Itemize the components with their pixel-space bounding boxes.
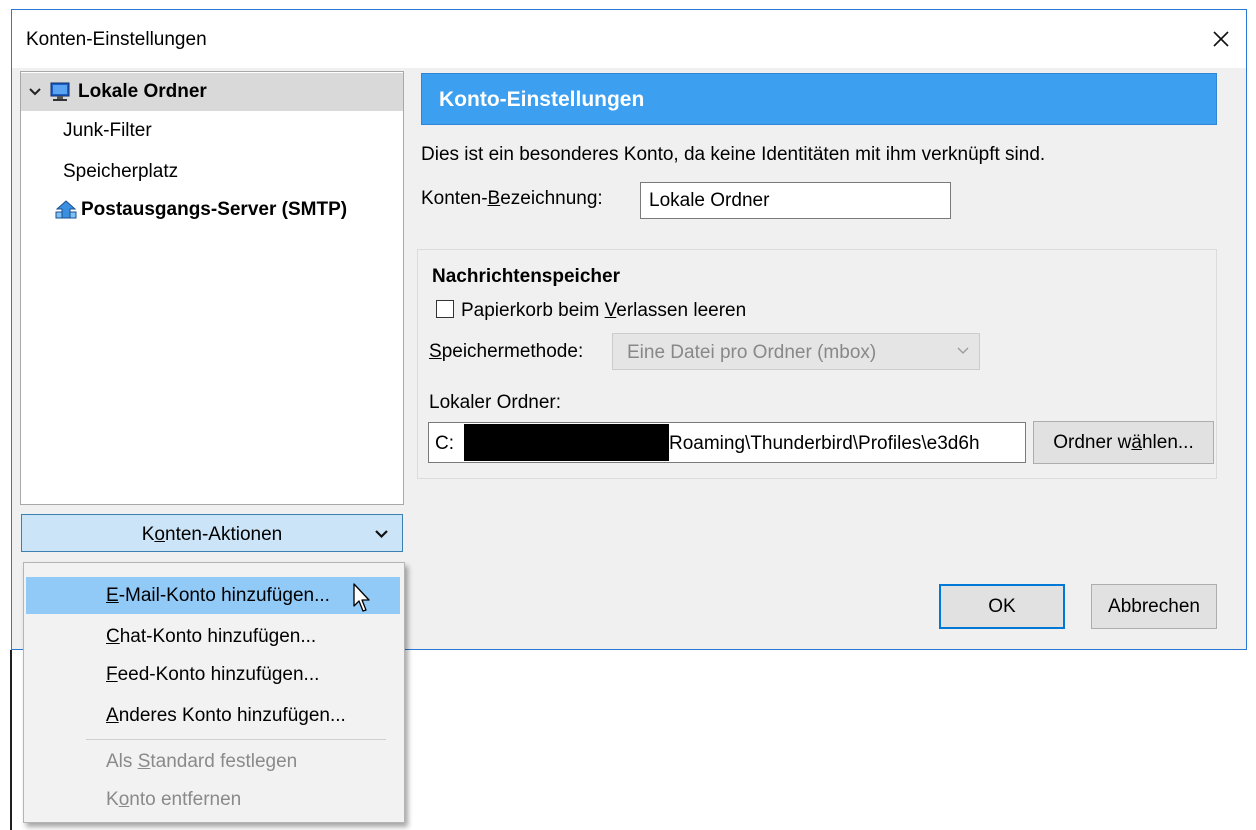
- menu-item-add-chat-account[interactable]: Chat-Konto hinzufügen...: [26, 618, 400, 655]
- local-folder-label: Lokaler Ordner:: [429, 392, 562, 413]
- empty-trash-label: Papierkorb beim Verlassen leeren: [461, 300, 747, 321]
- menu-item-add-feed-account[interactable]: Feed-Konto hinzufügen...: [26, 656, 400, 693]
- redaction-bar: [464, 424, 669, 461]
- account-description: Dies ist ein besonderes Konto, da keine …: [421, 144, 1046, 165]
- empty-trash-checkbox[interactable]: [436, 300, 454, 318]
- tree-item-label: Junk-Filter: [63, 120, 152, 141]
- tree-item-smtp-server[interactable]: Postausgangs-Server (SMTP): [21, 191, 403, 229]
- choose-folder-button[interactable]: Ordner wählen...: [1033, 421, 1214, 464]
- storage-method-select[interactable]: Eine Datei pro Ordner (mbox): [612, 333, 980, 370]
- panel-title: Konto-Einstellungen: [439, 88, 645, 111]
- menu-item-label: Chat-Konto hinzufügen...: [106, 626, 317, 647]
- window-title: Konten-Einstellungen: [26, 29, 207, 50]
- path-suffix: Roaming\Thunderbird\Profiles\e3d6h: [669, 433, 980, 454]
- menu-item-set-default: Als Standard festlegen: [26, 743, 400, 780]
- cancel-label: Abbrechen: [1108, 595, 1200, 617]
- storage-method-value: Eine Datei pro Ordner (mbox): [627, 342, 877, 363]
- network-icon: [55, 200, 77, 219]
- close-button[interactable]: [1196, 10, 1246, 68]
- menu-item-add-email-account[interactable]: E-Mail-Konto hinzufügen...: [26, 577, 400, 614]
- path-prefix: C:: [435, 433, 454, 454]
- chevron-down-icon: [957, 347, 969, 354]
- tree-item-local-folders[interactable]: Lokale Ordner: [21, 73, 403, 111]
- account-actions-button[interactable]: Konten-Aktionen: [21, 514, 403, 552]
- mouse-cursor-icon: [353, 583, 370, 612]
- cancel-button[interactable]: Abbrechen: [1091, 584, 1217, 629]
- choose-folder-label: Ordner wählen...: [1053, 431, 1194, 453]
- chevron-down-icon: [375, 530, 388, 539]
- menu-item-label: E-Mail-Konto hinzufügen...: [106, 585, 330, 606]
- close-icon: [1213, 31, 1229, 47]
- account-actions-label: Konten-Aktionen: [141, 524, 283, 545]
- message-storage-title: Nachrichtenspeicher: [432, 266, 620, 287]
- menu-item-label: Als Standard festlegen: [106, 751, 298, 772]
- ok-button[interactable]: OK: [939, 584, 1065, 629]
- tree-item-disk-space[interactable]: Speicherplatz: [21, 153, 403, 191]
- menu-item-add-other-account[interactable]: Anderes Konto hinzufügen...: [26, 697, 400, 734]
- menu-item-remove-account: Konto entfernen: [26, 781, 400, 818]
- account-name-input[interactable]: [640, 182, 951, 219]
- menu-item-label: Feed-Konto hinzufügen...: [106, 664, 320, 685]
- monitor-icon: [50, 82, 70, 101]
- menu-separator: [86, 739, 386, 740]
- panel-header: Konto-Einstellungen: [421, 73, 1217, 125]
- outer-window-edge-left: [10, 650, 12, 830]
- storage-method-label: Speichermethode:: [429, 341, 584, 362]
- account-name-label: Konten-Bezeichnung:: [421, 188, 603, 209]
- tree-item-label: Postausgangs-Server (SMTP): [81, 199, 348, 220]
- ok-label: OK: [988, 595, 1016, 617]
- local-folder-path-input[interactable]: C: Roaming\Thunderbird\Profiles\e3d6h: [428, 422, 1026, 463]
- menu-item-label: Anderes Konto hinzufügen...: [106, 705, 346, 726]
- tree-item-label: Lokale Ordner: [78, 81, 207, 102]
- account-tree: Lokale Ordner Junk-Filter Speicherplatz …: [20, 71, 404, 505]
- menu-item-label: Konto entfernen: [106, 789, 242, 810]
- title-bar: Konten-Einstellungen: [12, 10, 1246, 68]
- account-actions-menu: E-Mail-Konto hinzufügen... Chat-Konto hi…: [23, 562, 405, 823]
- tree-item-label: Speicherplatz: [63, 161, 179, 182]
- tree-item-junk-filter[interactable]: Junk-Filter: [21, 112, 403, 150]
- chevron-down-icon[interactable]: [29, 87, 41, 97]
